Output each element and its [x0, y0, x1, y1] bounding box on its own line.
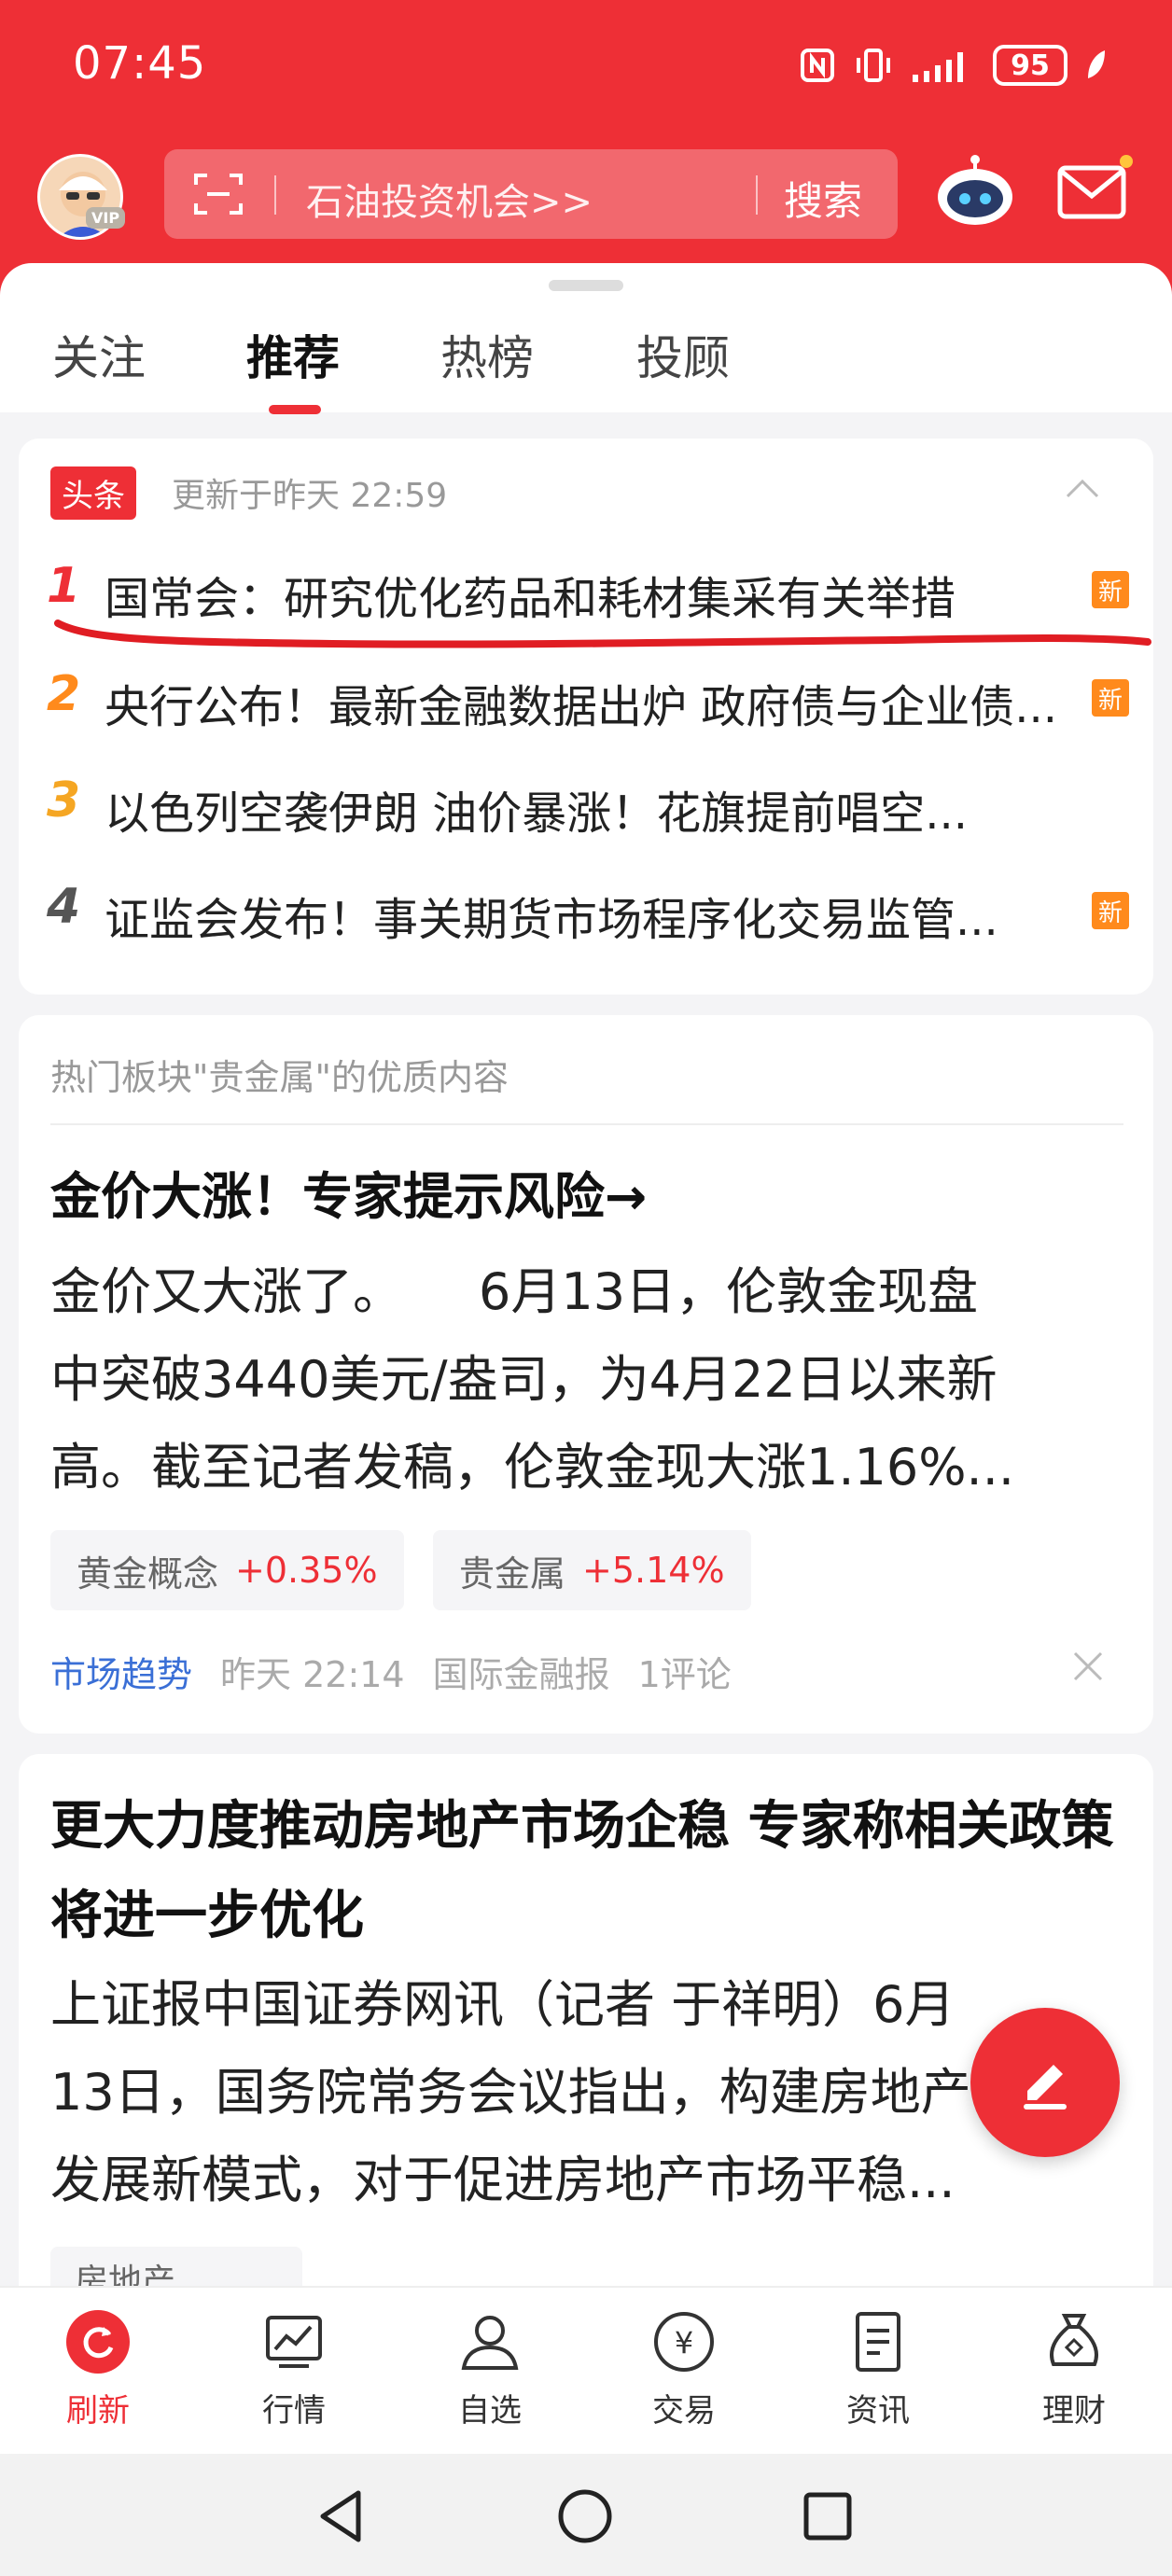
source-name: 国际金融报	[432, 1654, 610, 1695]
article-meta: 市场趋势 昨天 22:14 国际金融报 1评论	[50, 1646, 732, 1697]
back-icon[interactable]	[310, 2484, 375, 2549]
battery-indicator: 95	[993, 45, 1067, 86]
assistant-robot-icon[interactable]	[933, 154, 1017, 229]
update-time: 更新于昨天 22:59	[172, 477, 448, 515]
status-time: 07:45	[73, 37, 207, 90]
search-button[interactable]: 搜索	[784, 170, 862, 227]
headlines-card: 头条 更新于昨天 22:59 1 国常会：研究优化药品和耗材集采有关举措 新 2…	[19, 439, 1153, 995]
document-icon	[856, 2312, 900, 2372]
stock-chip[interactable]: 贵金属 +5.14%	[433, 1530, 751, 1610]
new-badge: 新	[1092, 892, 1129, 929]
headline-title: 以色列空袭伊朗 油价暴涨！花旗提前唱空...	[105, 787, 969, 840]
nav-label: 资讯	[846, 2392, 910, 2430]
nav-market[interactable]: 行情	[224, 2308, 364, 2430]
content-sheet: 关注 推荐 热榜 投顾	[0, 263, 1172, 414]
summary-line: 上证报中国证券网讯（记者 于祥明）6月	[50, 1975, 956, 2034]
scan-icon[interactable]	[192, 170, 244, 218]
nav-label: 理财	[1042, 2392, 1106, 2430]
mail-icon	[1057, 165, 1126, 219]
new-badge: 新	[1092, 679, 1129, 717]
rank-number: 3	[47, 773, 81, 828]
headline-item[interactable]: 4 证监会发布！事关期货市场程序化交易监管... 新	[47, 879, 1129, 954]
comment-count[interactable]: 1评论	[638, 1646, 732, 1697]
headline-title: 央行公布！最新金融数据出炉 政府债与企业债...	[105, 681, 1058, 733]
bottom-navigation: 刷新 行情 自选 ¥ 交易 资讯 理财	[0, 2286, 1172, 2454]
close-icon[interactable]	[1069, 1648, 1107, 1685]
divider	[274, 175, 276, 215]
article-title[interactable]: 更大力度推动房地产市场企稳 专家称相关政策将进一步优化	[50, 1782, 1133, 1961]
summary-line: 中突破3440美元/盎司，为4月22日以来新	[50, 1350, 998, 1409]
nav-trade[interactable]: ¥ 交易	[614, 2308, 754, 2430]
summary-line: 发展新模式，对于促进房地产市场平稳...	[50, 2151, 956, 2209]
user-icon	[461, 2316, 519, 2370]
active-tab-indicator	[269, 405, 321, 414]
divider	[50, 1123, 1123, 1125]
chip-name: 贵金属	[459, 1553, 566, 1594]
leaf-icon	[1088, 50, 1105, 78]
headline-item[interactable]: 2 央行公布！最新金融数据出炉 政府债与企业债... 新	[47, 666, 1129, 741]
chip-name: 黄金概念	[77, 1553, 219, 1594]
compose-button[interactable]	[970, 2008, 1120, 2157]
status-icons: 95	[799, 45, 1107, 86]
nav-label: 刷新	[66, 2392, 130, 2430]
headline-item[interactable]: 3 以色列空袭伊朗 油价暴涨！花旗提前唱空...	[47, 773, 1129, 847]
new-badge: 新	[1092, 571, 1129, 608]
nfc-icon	[801, 49, 834, 82]
yuan-icon: ¥	[654, 2312, 714, 2372]
nav-watchlist[interactable]: 自选	[420, 2308, 560, 2430]
article-card[interactable]: 热门板块"贵金属"的优质内容 金价大涨！专家提示风险→ 金价又大涨了。 6月13…	[19, 1015, 1153, 1734]
nav-refresh[interactable]: 刷新	[28, 2308, 168, 2430]
nav-news[interactable]: 资讯	[808, 2308, 948, 2430]
svg-text:¥: ¥	[675, 2325, 693, 2360]
rank-number: 1	[47, 558, 81, 614]
signal-icon	[913, 52, 963, 82]
nav-label: 自选	[458, 2392, 522, 2430]
nav-label: 交易	[652, 2392, 716, 2430]
home-icon[interactable]	[552, 2484, 618, 2549]
rank-number: 4	[47, 879, 81, 935]
drag-handle[interactable]	[549, 280, 623, 291]
chart-icon	[266, 2316, 322, 2368]
recents-icon[interactable]	[795, 2484, 860, 2549]
refresh-icon	[66, 2310, 130, 2374]
chip-value: +0.35%	[235, 1550, 378, 1591]
feed-tabs: 关注 推荐 热榜 投顾	[0, 321, 1172, 405]
article-summary[interactable]: 金价又大涨了。 6月13日，伦敦金现盘 中突破3440美元/盎司，为4月22日以…	[50, 1248, 1133, 1511]
tab-follow[interactable]: 关注	[52, 321, 146, 388]
article-card[interactable]: 更大力度推动房地产市场企稳 专家称相关政策将进一步优化 上证报中国证券网讯（记者…	[19, 1754, 1153, 2314]
section-title: 热门板块"贵金属"的优质内容	[50, 1057, 509, 1098]
vip-badge: VIP	[86, 207, 126, 229]
article-title[interactable]: 金价大涨！专家提示风险→	[50, 1155, 647, 1229]
status-bar: 07:45 95	[0, 0, 1172, 140]
tab-advisor[interactable]: 投顾	[636, 321, 730, 388]
battery-level: 95	[1011, 49, 1050, 82]
summary-line: 金价又大涨了。 6月13日，伦敦金现盘	[50, 1262, 979, 1321]
chip-value: +5.14%	[582, 1550, 725, 1591]
notification-dot	[1120, 155, 1133, 168]
headline-title: 证监会发布！事关期货市场程序化交易监管...	[105, 894, 998, 946]
tab-hot[interactable]: 热榜	[440, 321, 534, 388]
headline-tag: 头条	[50, 466, 136, 520]
vibrate-icon	[857, 49, 890, 82]
search-bar[interactable]: 石油投资机会>> 搜索	[164, 149, 898, 239]
nav-label: 行情	[262, 2392, 326, 2430]
red-underline-annotation	[54, 620, 1151, 648]
nav-wealth[interactable]: 理财	[1004, 2308, 1144, 2430]
rank-number: 2	[47, 666, 81, 722]
publish-time: 昨天 22:14	[220, 1654, 405, 1695]
system-navigation-bar	[0, 2454, 1172, 2576]
tab-recommend[interactable]: 推荐	[246, 321, 340, 388]
summary-line: 高。截至记者发稿，伦敦金现大涨1.16%...	[50, 1438, 1015, 1497]
search-input[interactable]: 石油投资机会>>	[306, 172, 593, 226]
edit-pen-icon	[1024, 2065, 1067, 2110]
divider	[756, 175, 758, 215]
money-bag-icon	[1050, 2314, 1098, 2366]
source-tag[interactable]: 市场趋势	[50, 1646, 192, 1697]
message-button[interactable]	[1054, 155, 1133, 226]
chevron-up-icon[interactable]	[1064, 478, 1101, 500]
stock-chip[interactable]: 黄金概念 +0.35%	[50, 1530, 404, 1610]
